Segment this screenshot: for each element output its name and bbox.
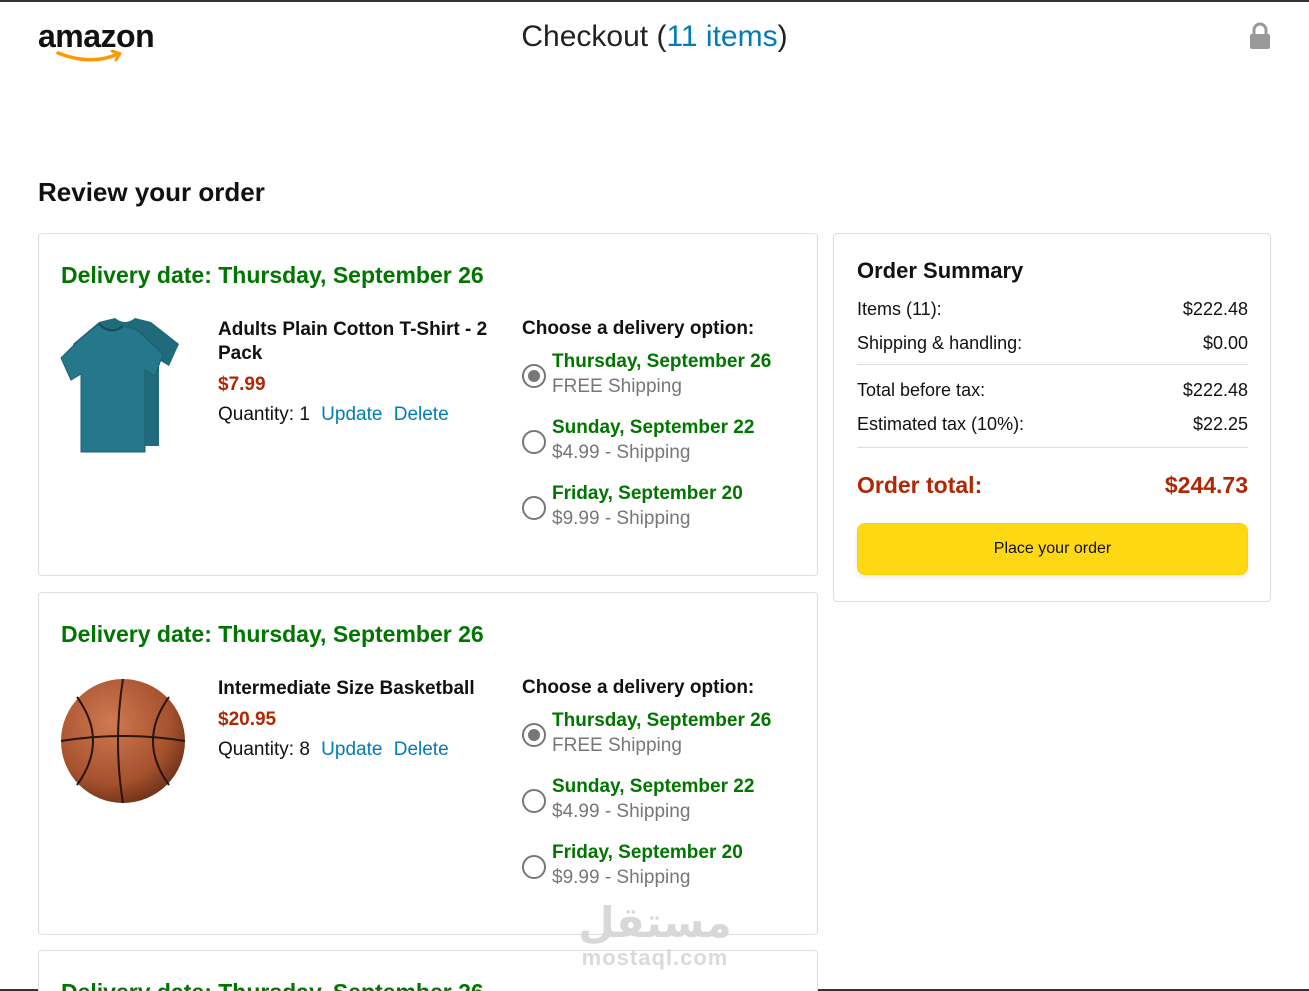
product-name: Intermediate Size Basketball — [218, 678, 475, 699]
delete-item-link[interactable]: Delete — [394, 739, 449, 760]
delivery-option[interactable]: Sunday, September 22 $4.99 - Shipping — [522, 416, 802, 482]
radio-button[interactable] — [522, 364, 546, 388]
summary-before-tax-label: Total before tax: — [857, 380, 986, 400]
summary-title: Order Summary — [857, 258, 1024, 283]
radio-button[interactable] — [522, 855, 546, 879]
delivery-option[interactable]: Friday, September 20 $9.99 - Shipping — [522, 482, 802, 548]
option-date: Thursday, September 26 — [552, 351, 772, 372]
option-shipping: $4.99 - Shipping — [552, 801, 691, 822]
option-date: Sunday, September 22 — [552, 776, 755, 797]
delivery-options-title: Choose a delivery option: — [522, 318, 755, 339]
tshirt-image — [60, 318, 179, 453]
product-name: Adults Plain Cotton T-Shirt - 2 Pack — [218, 319, 488, 364]
option-shipping: $9.99 - Shipping — [552, 508, 691, 529]
checkout-header: amazon Checkout (11 items) — [0, 0, 1309, 80]
quantity-row: Quantity: 8 Update Delete — [218, 739, 498, 761]
option-shipping: FREE Shipping — [552, 376, 682, 397]
delivery-option[interactable]: Thursday, September 26 FREE Shipping — [522, 350, 802, 416]
mostaql-watermark: مستقل mostaql.com — [575, 900, 735, 970]
order-item-card: Delivery date: Thursday, September 26 In… — [38, 592, 818, 935]
watermark-latin: mostaql.com — [581, 945, 729, 970]
checkout-suffix: ) — [777, 20, 788, 53]
summary-items-row: Items (11): $222.48 — [857, 299, 1248, 320]
delivery-option[interactable]: Friday, September 20 $9.99 - Shipping — [522, 841, 802, 907]
summary-divider — [857, 364, 1248, 365]
quantity-row: Quantity: 1 Update Delete — [218, 404, 498, 426]
delete-item-link[interactable]: Delete — [394, 404, 449, 425]
summary-shipping-value: $0.00 — [1202, 333, 1248, 353]
radio-button[interactable] — [522, 789, 546, 813]
radio-button[interactable] — [522, 496, 546, 520]
product-info: Adults Plain Cotton T-Shirt - 2 Pack $7.… — [218, 318, 498, 426]
watermark-arabic: مستقل — [578, 899, 732, 946]
delivery-date: Delivery date: Thursday, September 26 — [61, 979, 484, 991]
summary-shipping-row: Shipping & handling: $0.00 — [857, 333, 1248, 354]
option-shipping: $4.99 - Shipping — [552, 442, 691, 463]
quantity-label: Quantity: 8 — [218, 739, 310, 760]
summary-items-label: Items (11): — [857, 299, 942, 319]
summary-before-tax-value: $222.48 — [1182, 380, 1248, 400]
order-summary: Order Summary Items (11): $222.48 Shippi… — [833, 233, 1271, 602]
option-date: Thursday, September 26 — [552, 710, 772, 731]
items-count-link[interactable]: 11 items — [666, 20, 777, 53]
place-order-button[interactable]: Place your order — [857, 523, 1248, 575]
delivery-option[interactable]: Sunday, September 22 $4.99 - Shipping — [522, 775, 802, 841]
summary-items-value: $222.48 — [1182, 299, 1248, 319]
delivery-option[interactable]: Thursday, September 26 FREE Shipping — [522, 709, 802, 775]
radio-button[interactable] — [522, 723, 546, 747]
option-date: Sunday, September 22 — [552, 417, 755, 438]
delivery-options: Choose a delivery option: Thursday, Sept… — [522, 677, 802, 907]
page-title: Review your order — [38, 177, 265, 207]
quantity-label: Quantity: 1 — [218, 404, 310, 425]
product-price: $7.99 — [218, 374, 266, 395]
order-total-row: Order total: $244.73 — [857, 472, 1248, 499]
summary-before-tax-row: Total before tax: $222.48 — [857, 380, 1248, 401]
lock-icon — [1250, 22, 1270, 49]
summary-tax-row: Estimated tax (10%): $22.25 — [857, 414, 1248, 435]
option-date: Friday, September 20 — [552, 483, 743, 504]
option-date: Friday, September 20 — [552, 842, 743, 863]
summary-shipping-label: Shipping & handling: — [857, 333, 1023, 353]
summary-divider — [857, 447, 1248, 448]
radio-button[interactable] — [522, 430, 546, 454]
order-total-label: Order total: — [857, 472, 983, 498]
update-quantity-link[interactable]: Update — [321, 739, 382, 760]
delivery-options-title: Choose a delivery option: — [522, 677, 755, 698]
basketball-image — [60, 678, 186, 804]
order-total-value: $244.73 — [1164, 472, 1248, 498]
checkout-prefix: Checkout ( — [521, 20, 667, 53]
option-shipping: $9.99 - Shipping — [552, 867, 691, 888]
delivery-options: Choose a delivery option: Thursday, Sept… — [522, 318, 802, 548]
summary-tax-label: Estimated tax (10%): — [857, 414, 1025, 434]
delivery-date: Delivery date: Thursday, September 26 — [61, 621, 484, 647]
option-shipping: FREE Shipping — [552, 735, 682, 756]
delivery-date: Delivery date: Thursday, September 26 — [61, 262, 484, 288]
product-price: $20.95 — [218, 709, 277, 730]
product-info: Intermediate Size Basketball $20.95 Quan… — [218, 677, 498, 761]
order-item-card: Delivery date: Thursday, September 26 Ad… — [38, 233, 818, 576]
checkout-title: Checkout (11 items) — [0, 20, 1309, 54]
update-quantity-link[interactable]: Update — [321, 404, 382, 425]
summary-tax-value: $22.25 — [1192, 414, 1248, 434]
